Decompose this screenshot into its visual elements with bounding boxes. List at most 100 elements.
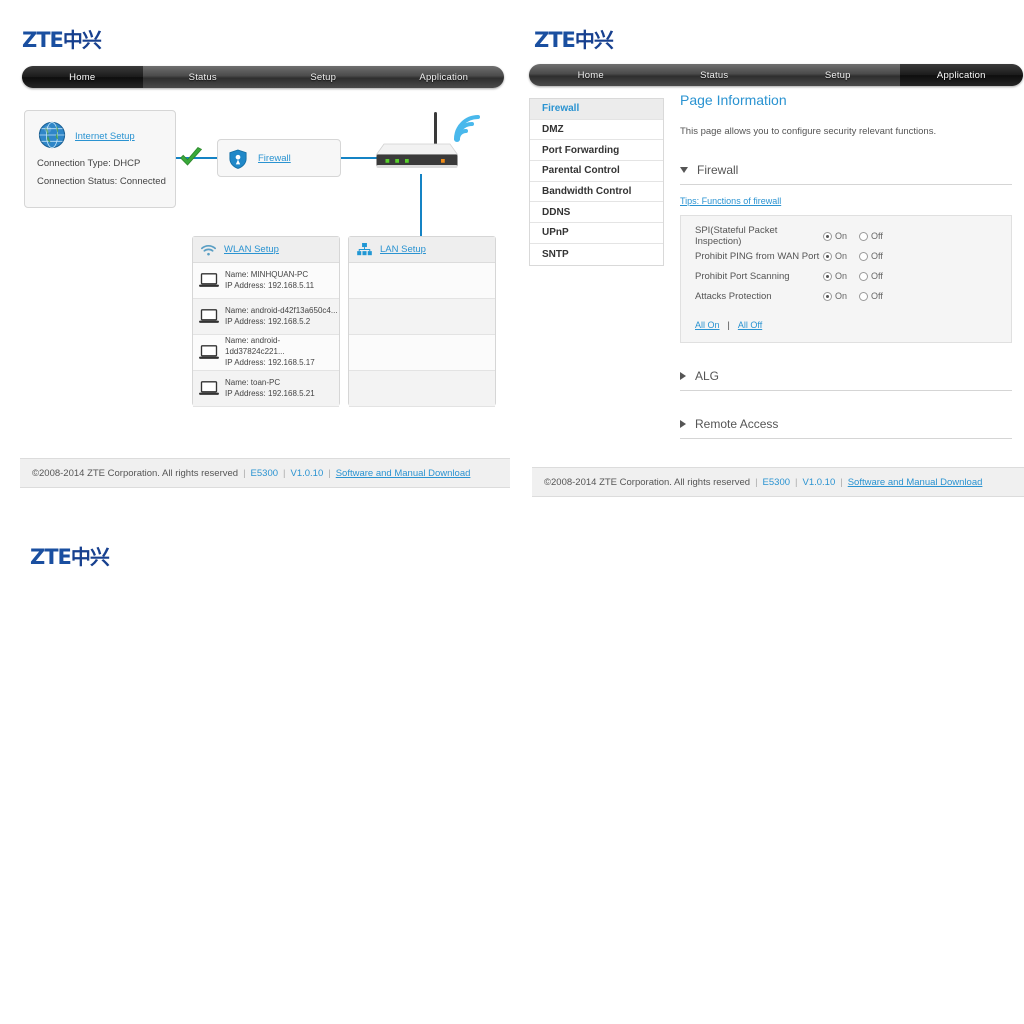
footer-download-link[interactable]: Software and Manual Download [336, 468, 471, 479]
firewall-option-row: Attacks Protection On Off [695, 286, 997, 306]
radio-dot-icon [823, 231, 832, 241]
sidebar-item-upnp[interactable]: UPnP [530, 223, 663, 244]
firewall-option-row: Prohibit PING from WAN Port On Off [695, 246, 997, 266]
wlan-client-row[interactable]: Name: android-d42f13a650c4... IP Address:… [193, 299, 339, 335]
zte-logo-cn: 中兴 [70, 545, 110, 569]
firewall-option-label: SPI(Stateful Packet Inspection) [695, 225, 778, 247]
footer-model: E5300 [250, 467, 279, 479]
tab-status[interactable]: Status [653, 64, 777, 86]
firewall-card[interactable]: Firewall [217, 139, 341, 177]
sidebar-item-parental-control[interactable]: Parental Control [530, 161, 663, 182]
internet-setup-card[interactable]: Internet Setup Connection Type: DHCP Con… [24, 110, 176, 208]
application-main: Page Information This page allows you to… [680, 92, 1012, 439]
tab-application[interactable]: Application [899, 64, 1023, 86]
accordion-remote-access-header[interactable]: Remote Access [680, 417, 1012, 439]
wlan-client-row[interactable]: Name: toan-PC IP Address: 192.168.5.21 [193, 371, 339, 407]
radio-attacks-on[interactable]: On [823, 291, 847, 301]
application-sidebar: Firewall DMZ Port Forwarding Parental Co… [529, 98, 664, 266]
wlan-setup-link[interactable]: WLAN Setup [224, 244, 279, 255]
radio-off-label: Off [871, 291, 883, 301]
tab-home[interactable]: Home [529, 64, 653, 86]
zte-logo-cn: 中兴 [574, 28, 614, 52]
radio-spi-on[interactable]: On [823, 231, 847, 241]
footer-version: V1.0.10 [290, 467, 324, 479]
footer-application: ©2008-2014 ZTE Corporation. All rights r… [532, 467, 1024, 497]
radio-ping-off[interactable]: Off [859, 251, 883, 261]
firewall-option-label: Prohibit PING from WAN Port [695, 250, 820, 262]
radio-dot-icon [859, 231, 869, 241]
zte-logo-latin: ZTE [534, 28, 576, 52]
wlan-client-ip: IP Address: 192.168.5.21 [225, 388, 315, 398]
radio-ping-on[interactable]: On [823, 251, 847, 261]
page-description: This page allows you to configure securi… [680, 126, 937, 137]
accordion-alg-header[interactable]: ALG [680, 369, 1012, 391]
sidebar-item-sntp[interactable]: SNTP [530, 244, 663, 265]
panel-status: ZTE中兴 Home Status Setup Application Devi… [0, 512, 512, 1024]
footer-sep: | [795, 476, 798, 488]
lan-empty-row [349, 371, 495, 407]
radio-on-label: On [835, 251, 848, 261]
chevron-right-icon [680, 420, 686, 428]
wlan-panel-header[interactable]: WLAN Setup [193, 237, 339, 263]
radio-off-label: Off [871, 231, 883, 241]
wlan-client-ip: IP Address: 192.168.5.11 [225, 280, 315, 290]
lan-empty-row [349, 335, 495, 371]
wlan-client-name: Name: MINHQUAN-PC [225, 269, 309, 279]
all-divider: | [727, 320, 730, 330]
firewall-tips-link[interactable]: Tips: Functions of firewall [680, 196, 1012, 206]
all-toggle-row: All On | All Off [695, 320, 997, 330]
internet-setup-link[interactable]: Internet Setup [75, 131, 135, 142]
green-check-icon [179, 147, 203, 166]
sidebar-item-firewall[interactable]: Firewall [530, 99, 663, 120]
lan-setup-link[interactable]: LAN Setup [380, 244, 426, 255]
shield-icon [229, 149, 247, 169]
radio-portscan-on[interactable]: On [823, 271, 847, 281]
connection-status-text: Connection Status: Connected [37, 176, 166, 187]
radio-off-label: Off [871, 251, 883, 261]
accordion-firewall-label: Firewall [697, 163, 739, 177]
firewall-options-box: SPI(Stateful Packet Inspection) On Off P… [680, 215, 1012, 343]
wlan-client-name: Name: android-1dd37824c221... [225, 336, 285, 357]
accordion-remote-access-label: Remote Access [695, 417, 779, 431]
connection-type-text: Connection Type: DHCP [37, 158, 141, 169]
radio-off-label: Off [871, 271, 883, 281]
firewall-link[interactable]: Firewall [258, 153, 291, 164]
radio-on-label: On [835, 271, 848, 281]
wlan-client-row[interactable]: Name: android-1dd37824c221... IP Address:… [193, 335, 339, 371]
nav-application[interactable]: Home Status Setup Application [529, 64, 1023, 86]
tab-setup[interactable]: Setup [776, 64, 900, 86]
accordion-firewall-header[interactable]: Firewall [680, 163, 1012, 185]
sidebar-item-ddns[interactable]: DDNS [530, 202, 663, 224]
sidebar-item-dmz[interactable]: DMZ [530, 120, 663, 141]
radio-on-label: On [835, 231, 848, 241]
zte-logo: ZTE中兴 [30, 545, 110, 569]
wlan-client-name: Name: toan-PC [225, 377, 281, 387]
firewall-option-row: Prohibit Port Scanning On Off [695, 266, 997, 286]
footer-download-link[interactable]: Software and Manual Download [848, 477, 983, 488]
lan-icon [357, 243, 372, 256]
radio-portscan-off[interactable]: Off [859, 271, 883, 281]
wifi-icon [201, 244, 216, 255]
wlan-client-row[interactable]: Name: MINHQUAN-PC IP Address: 192.168.5.1… [193, 263, 339, 299]
all-on-link[interactable]: All On [695, 320, 720, 330]
radio-attacks-off[interactable]: Off [859, 291, 883, 301]
firewall-option-row: SPI(Stateful Packet Inspection) On Off [695, 225, 997, 247]
footer-copyright: ©2008-2014 ZTE Corporation. All rights r… [544, 476, 751, 488]
footer-version: V1.0.10 [802, 476, 836, 488]
footer-sep: | [283, 467, 286, 479]
laptop-icon [199, 309, 219, 323]
radio-spi-off[interactable]: Off [859, 231, 883, 241]
wlan-client-name: Name: android-d42f13a650c4... [225, 305, 338, 315]
accordion-alg-label: ALG [695, 369, 720, 383]
router-admin-screenshot-collage: ZTE中兴 Home Status Setup Application Inte… [0, 0, 1024, 1024]
radio-dot-icon [859, 251, 869, 261]
lan-panel-header[interactable]: LAN Setup [349, 237, 495, 263]
chevron-down-icon [680, 167, 688, 173]
sidebar-item-bandwidth-control[interactable]: Bandwidth Control [530, 182, 663, 203]
wlan-client-ip: IP Address: 192.168.5.2 [225, 316, 311, 326]
laptop-icon [199, 345, 219, 359]
sidebar-item-port-forwarding[interactable]: Port Forwarding [530, 140, 663, 162]
page-title: Page Information [680, 92, 787, 108]
all-off-link[interactable]: All Off [738, 320, 762, 330]
panel-home: ZTE中兴 Home Status Setup Application Inte… [0, 0, 512, 512]
